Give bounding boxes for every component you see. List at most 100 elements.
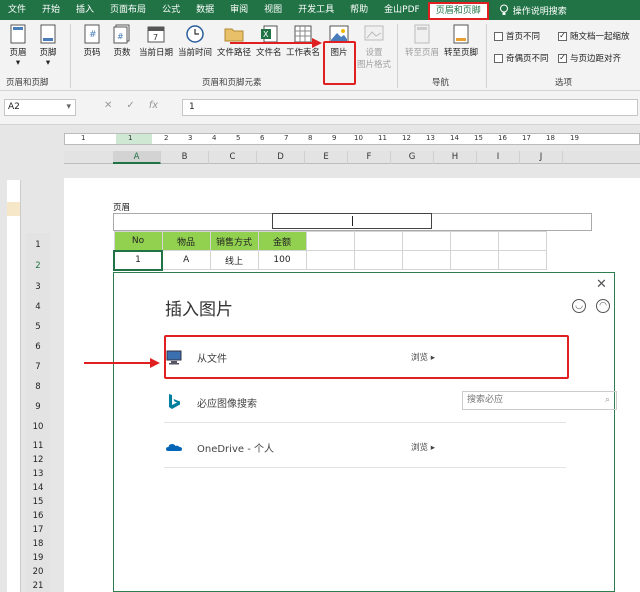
tab-developer[interactable]: 开发工具 [290, 0, 342, 20]
name-box[interactable]: A2 ▾ [4, 99, 76, 116]
column-header-c[interactable]: C [209, 151, 257, 164]
tab-data[interactable]: 数据 [188, 0, 222, 20]
tell-me-search[interactable]: 操作说明搜索 [489, 4, 567, 17]
text-cursor [352, 216, 353, 226]
format-picture-button[interactable]: 设置 图片格式 [357, 22, 391, 70]
option-bing-search: 必应图像搜索 搜索必应 ⌕ [164, 381, 617, 423]
table-cell[interactable]: A [161, 250, 211, 270]
table-cell[interactable] [449, 250, 499, 270]
table-header-cell[interactable]: 销售方式 [209, 231, 259, 251]
page-count-button[interactable]: # 页数 [112, 22, 132, 58]
red-arrow-to-picture [230, 38, 322, 48]
table-cell[interactable] [353, 250, 403, 270]
row-header[interactable]: 12 [26, 454, 50, 466]
row-header[interactable]: 13 [26, 468, 50, 480]
column-header-j[interactable]: J [520, 151, 563, 164]
column-header-g[interactable]: G [391, 151, 434, 164]
ruler-mark: 17 [522, 134, 531, 142]
row-header[interactable]: 10 [26, 421, 50, 433]
checkbox-box [494, 53, 503, 63]
table-header-cell[interactable]: 金额 [257, 231, 307, 251]
row-header[interactable]: 3 [26, 281, 50, 293]
formula-input[interactable]: 1 [182, 99, 638, 116]
column-header-h[interactable]: H [434, 151, 477, 164]
table-cell[interactable]: 100 [257, 250, 307, 270]
table-cell[interactable] [449, 231, 499, 251]
row-header[interactable]: 19 [26, 552, 50, 564]
table-cell[interactable] [401, 250, 451, 270]
table-cell[interactable] [497, 231, 547, 251]
row-header[interactable]: 6 [26, 341, 50, 353]
tab-home[interactable]: 开始 [34, 0, 68, 20]
enter-icon[interactable]: ✓ [126, 100, 134, 111]
search-icon[interactable]: ⌕ [605, 392, 610, 409]
tab-help[interactable]: 帮助 [342, 0, 376, 20]
row-header[interactable]: 5 [26, 321, 50, 333]
tab-formulas[interactable]: 公式 [154, 0, 188, 20]
row-header[interactable]: 20 [26, 566, 50, 578]
row-header[interactable]: 2 [26, 260, 50, 272]
row-header[interactable]: 14 [26, 482, 50, 494]
row-header[interactable]: 16 [26, 510, 50, 522]
ruler-mark: 6 [260, 134, 265, 142]
close-icon[interactable]: ✕ [596, 277, 607, 292]
column-header-f[interactable]: F [348, 151, 391, 164]
row-header[interactable]: 11 [26, 440, 50, 452]
page-number-label: 页码 [83, 48, 101, 58]
table-cell[interactable] [401, 231, 451, 251]
table-cell[interactable] [305, 231, 355, 251]
diff-first-checkbox[interactable]: 首页不同 [494, 30, 540, 42]
row-header[interactable]: 18 [26, 538, 50, 550]
selected-cell[interactable]: 1 [113, 249, 163, 271]
table-header-cell[interactable]: No [113, 231, 163, 251]
tab-page-layout[interactable]: 页面布局 [102, 0, 154, 20]
smile-icon[interactable]: ◡ [572, 299, 586, 313]
table-cell[interactable] [305, 250, 355, 270]
row-header[interactable]: 8 [26, 381, 50, 393]
row-header[interactable]: 17 [26, 524, 50, 536]
tab-header-footer[interactable]: 页眉和页脚 [427, 1, 489, 20]
table-cell[interactable]: 线上 [209, 250, 259, 270]
diff-odd-even-label: 奇偶页不同 [506, 54, 549, 64]
option-onedrive[interactable]: OneDrive - 个人 浏览 ▸ [164, 426, 566, 468]
row-header[interactable]: 15 [26, 496, 50, 508]
row-header[interactable]: 4 [26, 301, 50, 313]
cancel-icon[interactable]: ✕ [104, 100, 112, 111]
table-header-cell[interactable]: 物品 [161, 231, 211, 251]
column-header-b[interactable]: B [161, 151, 209, 164]
scale-with-doc-checkbox[interactable]: ✓ 随文档一起缩放 [558, 30, 630, 42]
onedrive-label: OneDrive - 个人 [197, 444, 274, 455]
header-button[interactable]: 页眉 ▾ [8, 22, 28, 68]
column-header-d[interactable]: D [257, 151, 305, 164]
frown-icon[interactable]: ◠ [596, 299, 610, 313]
diff-odd-even-checkbox[interactable]: 奇偶页不同 [494, 52, 549, 64]
goto-footer-button[interactable]: 转至页脚 [444, 22, 478, 58]
page-number-button[interactable]: # 页码 [82, 22, 102, 58]
row-header[interactable]: 9 [26, 401, 50, 413]
bing-search-input[interactable]: 搜索必应 ⌕ [462, 391, 617, 410]
align-margins-checkbox[interactable]: ✓ 与页边距对齐 [558, 52, 621, 64]
tab-insert[interactable]: 插入 [68, 0, 102, 20]
browse-link-onedrive[interactable]: 浏览 ▸ [411, 441, 435, 453]
tab-kingsoft-pdf[interactable]: 金山PDF [376, 0, 428, 20]
column-header-a[interactable]: A [113, 151, 161, 164]
bing-icon [169, 394, 180, 409]
tab-file[interactable]: 文件 [0, 0, 34, 20]
goto-header-button[interactable]: 转至页眉 [405, 22, 439, 58]
current-date-button[interactable]: 7 当前日期 [139, 22, 173, 58]
tab-review[interactable]: 审阅 [222, 0, 256, 20]
insert-function-icon[interactable]: fx [149, 100, 158, 111]
tab-view[interactable]: 视图 [256, 0, 290, 20]
row-header[interactable]: 7 [26, 361, 50, 373]
row-header[interactable]: 21 [26, 580, 50, 592]
table-cell[interactable] [497, 250, 547, 270]
column-header-i[interactable]: I [477, 151, 520, 164]
ruler-selection-band [116, 134, 152, 144]
ruler-mark: 11 [378, 134, 387, 142]
table-cell[interactable] [353, 231, 403, 251]
footer-button[interactable]: 页脚 ▾ [38, 22, 58, 68]
row-header[interactable]: 1 [26, 239, 50, 251]
column-header-e[interactable]: E [305, 151, 348, 164]
current-time-button[interactable]: 当前时间 [178, 22, 212, 58]
header-center-section[interactable] [272, 213, 432, 229]
